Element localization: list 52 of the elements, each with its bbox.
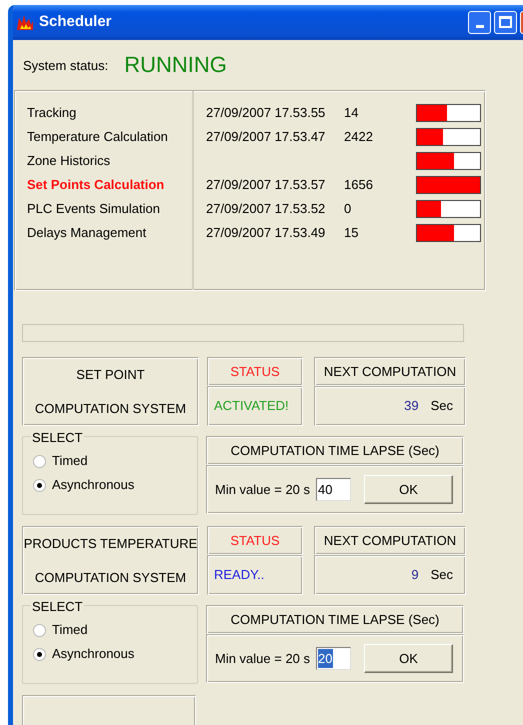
system-status-value: RUNNING [124, 54, 227, 76]
radio-label[interactable]: Timed [52, 451, 88, 471]
task-count: 2422 [344, 128, 373, 144]
time-lapse-field[interactable]: 20 [316, 647, 352, 670]
radio-button[interactable] [33, 624, 46, 636]
radio-button[interactable] [33, 478, 46, 492]
status-header: STATUS [207, 357, 303, 386]
system-name: COMPUTATION SYSTEM [34, 400, 186, 418]
time-lapse-header: COMPUTATION TIME LAPSE (Sec) [206, 605, 464, 634]
status-value: ACTIVATED! [207, 386, 303, 426]
next-computation-header: NEXT COMPUTATION [314, 526, 466, 555]
ok-button[interactable]: OK [364, 475, 454, 504]
task-name: Zone Historics [27, 152, 110, 170]
task-timestamp: 27/09/2007 17.53.57 [206, 176, 326, 192]
countdown-value: 9 [411, 566, 419, 584]
app-logo-icon [16, 13, 34, 32]
radio-label[interactable]: Asynchronous [52, 475, 134, 495]
task-timestamp: 27/09/2007 17.53.47 [206, 128, 326, 144]
maximize-button[interactable] [494, 10, 517, 34]
task-count: 15 [344, 224, 358, 240]
next-computation-header: NEXT COMPUTATION [314, 357, 466, 386]
status-header: STATUS [207, 526, 303, 555]
task-count: 0 [344, 200, 352, 216]
min-value-label: Min value = 20 s [215, 650, 310, 668]
task-count: 14 [344, 104, 358, 120]
time-lapse-field[interactable]: 40 [316, 478, 352, 501]
min-value-label: Min value = 20 s [215, 480, 310, 499]
status-value: READY.. [207, 555, 303, 595]
radio-label[interactable]: Timed [52, 620, 88, 640]
radio-label[interactable]: Asynchronous [52, 644, 134, 664]
system-name: COMPUTATION SYSTEM [34, 568, 186, 586]
task-count: 1656 [344, 176, 373, 192]
task-name: PLC Events Simulation [27, 200, 160, 218]
radio-button[interactable] [33, 454, 46, 468]
window-title: Scheduler [39, 12, 112, 32]
countdown-unit: Sec [430, 566, 453, 584]
task-name: Tracking [27, 104, 76, 122]
task-name: Set Points Calculation [27, 176, 164, 194]
radio-button[interactable] [33, 648, 46, 660]
system-status-label: System status: [23, 57, 108, 75]
task-name: Delays Management [27, 224, 146, 242]
task-name: Temperature Calculation [27, 128, 168, 146]
task-timestamp: 27/09/2007 17.53.49 [206, 224, 326, 240]
time-lapse-header: COMPUTATION TIME LAPSE (Sec) [206, 436, 464, 465]
system-name: PRODUCTS TEMPERATURE [24, 535, 198, 553]
ok-button[interactable]: OK [364, 644, 454, 673]
countdown-value: 39 [404, 397, 419, 416]
task-timestamp: 27/09/2007 17.53.52 [206, 200, 326, 216]
task-timestamp: 27/09/2007 17.53.55 [206, 104, 326, 120]
countdown-unit: Sec [430, 397, 453, 416]
system-name: SET POINT [76, 366, 145, 384]
minimize-button[interactable] [468, 10, 491, 34]
